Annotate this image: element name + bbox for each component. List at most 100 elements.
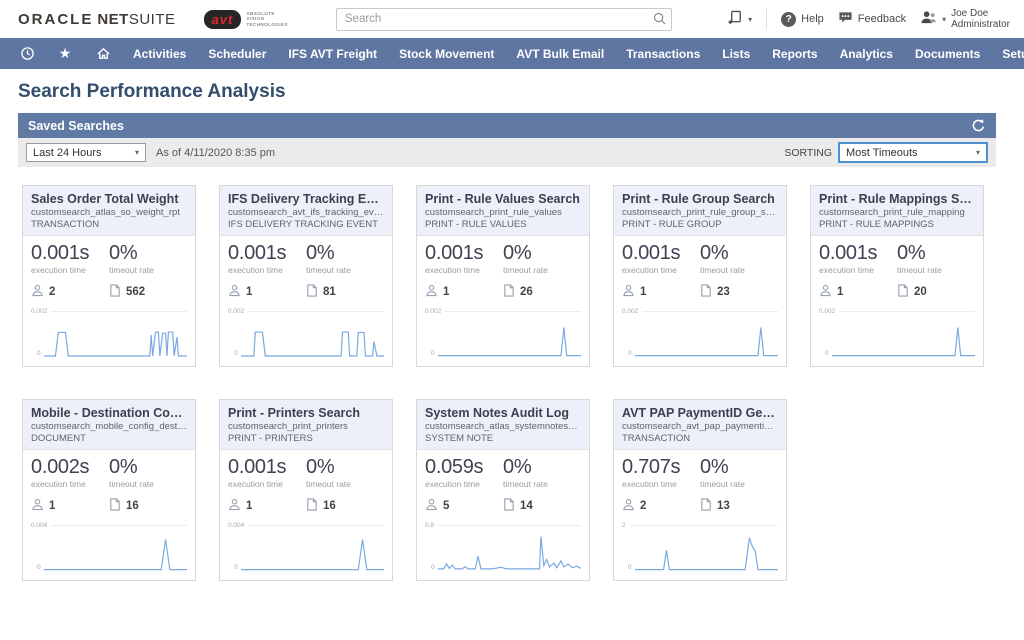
top-bar: ORACLE NETSUITE avt ABSOLUTE VISION TECH… <box>0 0 1024 38</box>
y-axis-max-label: 0.8 <box>425 522 434 529</box>
feedback-label: Feedback <box>858 13 906 25</box>
nav-quick-icons: ★ <box>0 38 122 69</box>
nav-tab-transactions[interactable]: Transactions <box>615 38 711 69</box>
shortcuts-star-icon[interactable]: ★ <box>46 45 84 62</box>
nav-tab-documents[interactable]: Documents <box>904 38 991 69</box>
sorting-select[interactable]: Most Timeouts ▾ <box>838 142 988 163</box>
help-button[interactable]: ? Help <box>781 12 824 27</box>
sparkline-chart: 0.002 0 <box>31 308 187 360</box>
sparkline-svg <box>44 530 187 572</box>
users-count: 2 <box>31 284 109 300</box>
card-title: Print - Rule Group Search <box>622 192 778 206</box>
sparkline-top-gridline: 0.004 <box>228 522 384 529</box>
timeout-rate-label: timeout rate <box>700 479 778 489</box>
execution-time-label: execution time <box>622 265 700 275</box>
card-body: 0.001s execution time 0% timeout rate 1 <box>417 236 589 366</box>
sparkline-chart: 0.004 0 <box>228 522 384 574</box>
timeout-rate-stat: 0% timeout rate <box>503 242 581 275</box>
gridline <box>51 311 187 312</box>
gridline <box>248 525 384 526</box>
recent-records-icon[interactable] <box>8 46 46 61</box>
chevron-down-icon: ▾ <box>748 15 752 24</box>
timeout-rate-value: 0% <box>897 242 975 265</box>
saved-search-card[interactable]: Print - Rule Mappings Search customsearc… <box>810 185 984 367</box>
nav-tab-label: Scheduler <box>208 47 266 61</box>
y-axis-max-label: 0.004 <box>31 522 47 529</box>
sorting-value: Most Timeouts <box>846 147 918 159</box>
chevron-down-icon: ▾ <box>127 148 139 157</box>
sparkline-svg <box>44 316 187 358</box>
sparkline-svg <box>832 316 975 358</box>
search-input[interactable] <box>336 8 672 31</box>
search-icon[interactable] <box>653 12 666 30</box>
card-counts: 1 81 <box>228 284 384 300</box>
execution-time-value: 0.002s <box>31 456 109 479</box>
runs-count-value: 26 <box>520 286 533 298</box>
nav-tab-avt-bulk-email[interactable]: AVT Bulk Email <box>505 38 615 69</box>
user-menu[interactable]: ▾ Joe Doe Administrator <box>920 8 1010 31</box>
card-record-type: PRINT - RULE VALUES <box>425 219 581 230</box>
y-axis-zero-label: 0 <box>234 564 238 571</box>
execution-time-label: execution time <box>31 479 109 489</box>
card-record-type: IFS DELIVERY TRACKING EVENT <box>228 219 384 230</box>
execution-time-label: execution time <box>31 265 109 275</box>
nav-tab-list: Activities Scheduler IFS AVT Freight Stock … <box>122 38 1024 69</box>
nav-tab-activities[interactable]: Activities <box>122 38 197 69</box>
execution-time-value: 0.059s <box>425 456 503 479</box>
sparkline-top-gridline: 0.004 <box>31 522 187 529</box>
date-range-select[interactable]: Last 24 Hours ▾ <box>26 143 146 162</box>
execution-time-stat: 0.001s execution time <box>622 242 700 275</box>
timeout-rate-label: timeout rate <box>306 479 384 489</box>
execution-time-label: execution time <box>228 479 306 489</box>
saved-search-card[interactable]: Print - Printers Search customsearch_pri… <box>219 399 393 581</box>
user-count-icon <box>31 284 44 300</box>
nav-tab-reports[interactable]: Reports <box>761 38 828 69</box>
saved-search-card[interactable]: Sales Order Total Weight customsearch_at… <box>22 185 196 367</box>
y-axis-zero-label: 0 <box>37 564 41 571</box>
saved-search-card[interactable]: System Notes Audit Log customsearch_atla… <box>416 399 590 581</box>
timeout-rate-value: 0% <box>306 456 384 479</box>
nav-tab-label: Setup <box>1002 47 1024 61</box>
card-counts: 1 16 <box>31 498 187 514</box>
sparkline-chart: 0.002 0 <box>622 308 778 360</box>
users-count: 1 <box>31 498 109 514</box>
sparkline-top-gridline: 0.8 <box>425 522 581 529</box>
sparkline-top-gridline: 0.002 <box>622 308 778 315</box>
create-new-menu[interactable]: ▾ <box>728 10 752 28</box>
user-count-icon <box>228 284 241 300</box>
nav-tab-stock-movement[interactable]: Stock Movement <box>388 38 505 69</box>
execution-time-label: execution time <box>425 479 503 489</box>
saved-search-card[interactable]: IFS Delivery Tracking Event ... customse… <box>219 185 393 367</box>
nav-tab-setup[interactable]: Setup <box>991 38 1024 69</box>
card-script-id: customsearch_print_rule_mapping <box>819 207 975 218</box>
nav-tab-label: Reports <box>772 47 817 61</box>
home-icon[interactable] <box>84 46 122 61</box>
card-script-id: customsearch_atlas_so_weight_rpt <box>31 207 187 218</box>
create-new-icon <box>728 10 743 28</box>
nav-tab-lists[interactable]: Lists <box>711 38 761 69</box>
card-counts: 5 14 <box>425 498 581 514</box>
nav-tab-label: IFS AVT Freight <box>288 47 377 61</box>
saved-search-card[interactable]: Mobile - Destination Config ... customse… <box>22 399 196 581</box>
runs-count-icon <box>306 498 318 514</box>
timeout-rate-stat: 0% timeout rate <box>700 242 778 275</box>
nav-tab-scheduler[interactable]: Scheduler <box>197 38 277 69</box>
y-axis-zero-label: 0 <box>37 350 41 357</box>
nav-tab-analytics[interactable]: Analytics <box>829 38 904 69</box>
card-script-id: customsearch_print_printers <box>228 421 384 432</box>
nav-tab-ifs-avt-freight[interactable]: IFS AVT Freight <box>277 38 388 69</box>
user-count-icon <box>622 498 635 514</box>
card-script-id: customsearch_print_rule_values <box>425 207 581 218</box>
card-stats: 0.059s execution time 0% timeout rate <box>425 456 581 489</box>
feedback-button[interactable]: Feedback <box>838 10 906 28</box>
users-count-value: 5 <box>443 500 449 512</box>
saved-search-card[interactable]: Print - Rule Group Search customsearch_p… <box>613 185 787 367</box>
refresh-icon[interactable] <box>971 118 986 133</box>
saved-search-card[interactable]: AVT PAP PaymentID Genera... customsearch… <box>613 399 787 581</box>
y-axis-max-label: 0.002 <box>31 308 47 315</box>
saved-search-card[interactable]: Print - Rule Values Search customsearch_… <box>416 185 590 367</box>
gridline <box>839 311 975 312</box>
avt-tagline: ABSOLUTE VISION TECHNOLOGIES <box>246 11 288 27</box>
gridline <box>438 525 581 526</box>
timeout-rate-label: timeout rate <box>109 479 187 489</box>
